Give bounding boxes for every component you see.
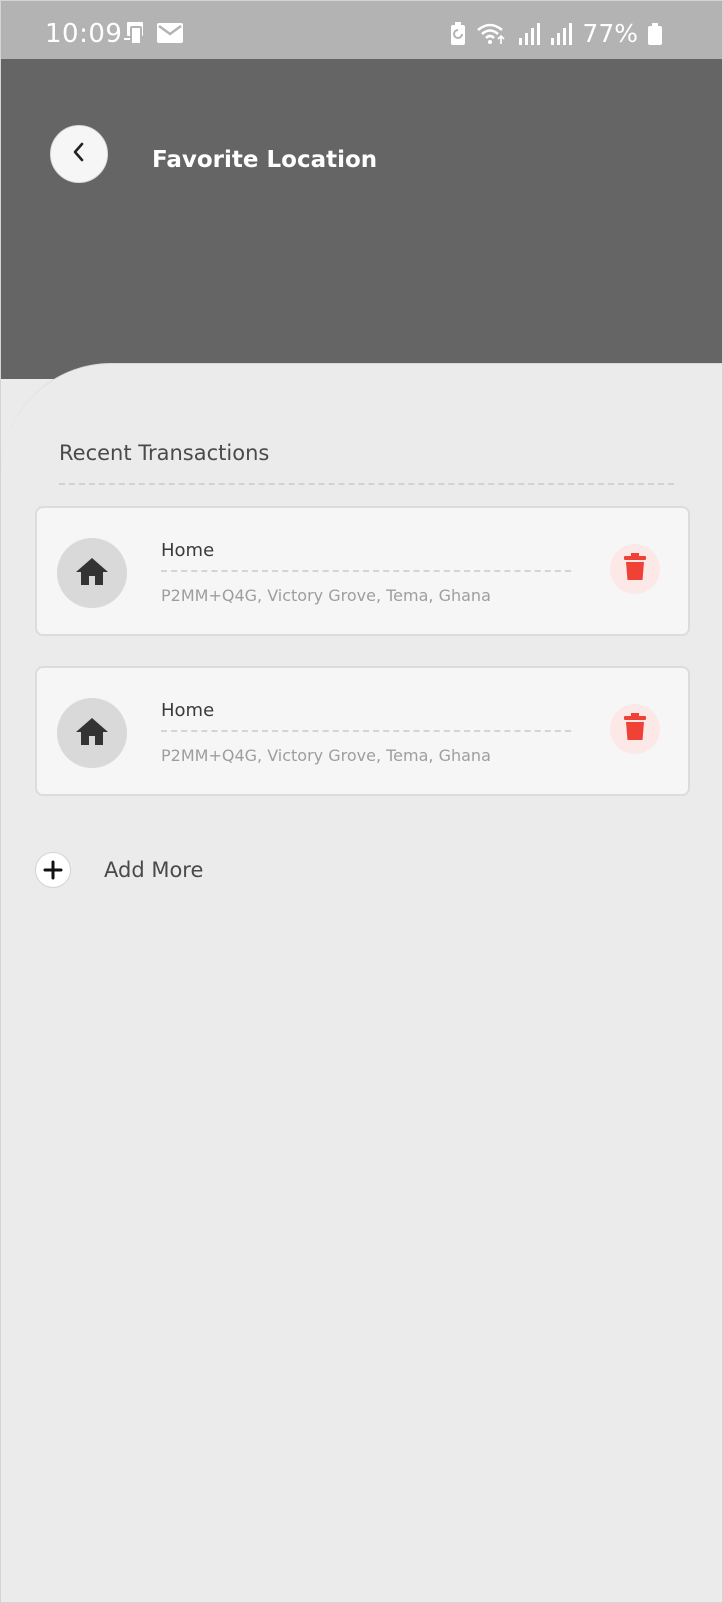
- status-left-icons: [123, 21, 183, 45]
- add-more-button[interactable]: Add More: [35, 852, 203, 888]
- mail-icon: [157, 23, 183, 43]
- location-name: Home: [161, 540, 215, 561]
- signal-icon: [550, 22, 573, 45]
- battery-icon: [648, 22, 662, 45]
- status-right-icons: 77%: [450, 19, 662, 48]
- trash-icon: [624, 713, 646, 745]
- location-card[interactable]: Home P2MM+Q4G, Victory Grove, Tema, Ghan…: [35, 666, 690, 796]
- status-bar: 10:09 77%: [1, 1, 722, 59]
- signal-icon: [518, 22, 541, 45]
- delete-button[interactable]: [610, 704, 660, 754]
- plus-icon: [35, 852, 71, 888]
- screen-mirror-icon: [123, 21, 149, 45]
- chevron-left-icon: [71, 141, 87, 167]
- location-address: P2MM+Q4G, Victory Grove, Tema, Ghana: [161, 586, 491, 605]
- card-divider: [161, 570, 571, 572]
- phone-screen: 10:09 77% Favorite Location Recent Trans…: [0, 0, 723, 1603]
- status-time: 10:09: [45, 19, 123, 49]
- home-icon: [75, 716, 109, 750]
- location-card[interactable]: Home P2MM+Q4G, Victory Grove, Tema, Ghan…: [35, 506, 690, 636]
- home-avatar: [57, 698, 127, 768]
- add-more-label: Add More: [104, 858, 204, 882]
- trash-icon: [624, 553, 646, 585]
- location-name: Home: [161, 700, 215, 721]
- wifi-icon: [476, 22, 508, 46]
- home-icon: [75, 556, 109, 590]
- home-avatar: [57, 538, 127, 608]
- battery-percent: 77%: [582, 19, 638, 48]
- delete-button[interactable]: [610, 544, 660, 594]
- card-divider: [161, 730, 571, 732]
- section-title: Recent Transactions: [59, 441, 270, 465]
- header: [1, 59, 722, 379]
- back-button[interactable]: [50, 125, 108, 183]
- battery-saver-icon: [450, 21, 466, 46]
- page-title: Favorite Location: [152, 147, 378, 173]
- section-divider: [59, 483, 674, 485]
- location-address: P2MM+Q4G, Victory Grove, Tema, Ghana: [161, 746, 491, 765]
